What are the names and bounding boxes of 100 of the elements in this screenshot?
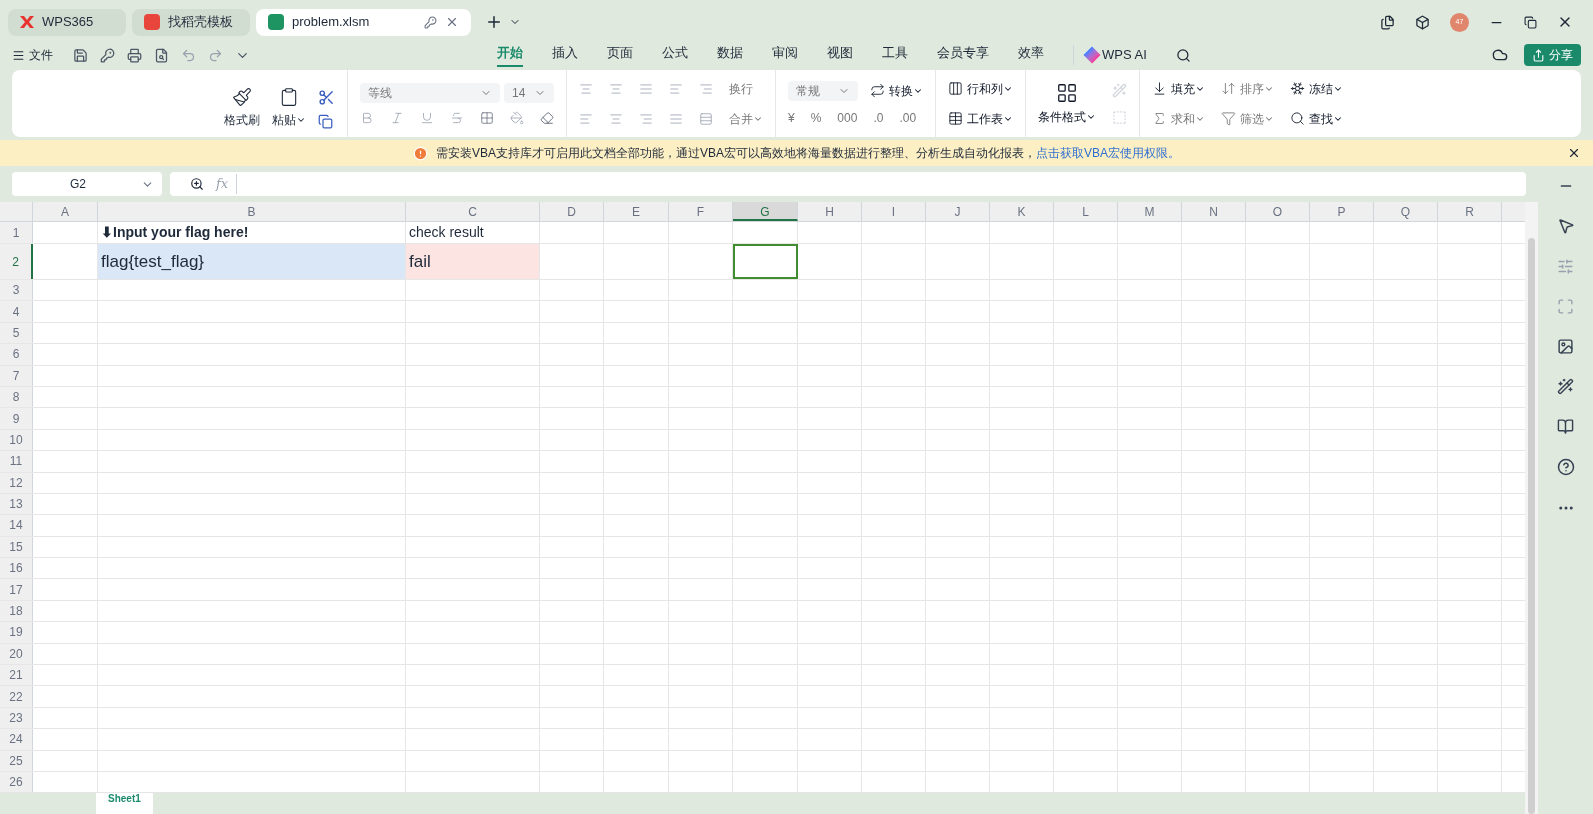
ribbon-tab[interactable]: 会员专享 xyxy=(937,43,989,67)
file-menu[interactable]: 文件 xyxy=(12,46,53,64)
ribbon-tab[interactable]: 开始 xyxy=(497,43,523,67)
key-icon[interactable] xyxy=(424,15,437,29)
ribbon-tab[interactable]: 数据 xyxy=(717,43,743,67)
row-header[interactable]: 3 xyxy=(0,280,33,301)
row-header[interactable]: 24 xyxy=(0,729,33,750)
ribbon-button[interactable]: 工作表 xyxy=(948,109,1013,128)
column-header[interactable]: C xyxy=(406,202,540,221)
ribbon-button[interactable]: 粘贴 xyxy=(272,87,306,129)
row-header[interactable]: 10 xyxy=(0,429,33,451)
ribbon-tab[interactable]: 公式 xyxy=(662,43,688,67)
row-header[interactable]: 6 xyxy=(0,344,33,365)
column-header[interactable]: N xyxy=(1182,202,1246,221)
ribbon-tab[interactable]: 效率 xyxy=(1018,43,1044,67)
column-header[interactable]: G xyxy=(733,202,798,221)
print-icon[interactable] xyxy=(127,47,142,63)
row-header[interactable]: 14 xyxy=(0,515,33,536)
book-search-icon[interactable] xyxy=(1557,418,1574,435)
search-icon[interactable] xyxy=(1175,47,1191,63)
border-icon[interactable] xyxy=(480,110,494,125)
cube-icon[interactable] xyxy=(1415,14,1430,30)
row-header[interactable]: 18 xyxy=(0,600,33,622)
row-header[interactable]: 20 xyxy=(0,643,33,665)
ribbon-button[interactable]: 冻结 xyxy=(1290,79,1343,98)
ribbon-tab[interactable]: 视图 xyxy=(827,43,853,67)
ribbon-button[interactable]: 填充 xyxy=(1152,79,1205,98)
save-icon[interactable] xyxy=(73,47,88,63)
formula-field[interactable]: fx xyxy=(170,172,1526,196)
ribbon-button[interactable]: 行和列 xyxy=(948,79,1013,98)
zoom-icon[interactable] xyxy=(190,177,204,191)
row-header[interactable]: 15 xyxy=(0,536,33,558)
ribbon-button[interactable]: 查找 xyxy=(1290,109,1343,128)
row-header[interactable]: 11 xyxy=(0,451,33,472)
number-format-dropdown[interactable]: 常规 xyxy=(788,80,858,101)
ribbon-tab[interactable]: 页面 xyxy=(607,43,633,67)
column-header[interactable]: M xyxy=(1118,202,1182,221)
image-icon[interactable] xyxy=(1557,338,1574,355)
ribbon-tab[interactable]: 工具 xyxy=(882,43,908,67)
window-tab[interactable]: problem.xlsm xyxy=(256,8,471,36)
share-button[interactable]: 分享 xyxy=(1524,44,1581,66)
restore-icon[interactable] xyxy=(1524,15,1537,29)
pointer-icon[interactable] xyxy=(1556,217,1575,235)
ribbon-button[interactable]: 格式刷 xyxy=(224,87,260,129)
row-header[interactable]: 12 xyxy=(0,472,33,493)
row-header[interactable]: 25 xyxy=(0,750,33,771)
new-tab-icon[interactable] xyxy=(485,13,503,31)
windows-icon[interactable] xyxy=(1380,14,1395,30)
help-icon[interactable] xyxy=(1556,458,1575,476)
column-header[interactable]: I xyxy=(862,202,926,221)
row-header[interactable]: 16 xyxy=(0,558,33,579)
sliders-icon[interactable] xyxy=(1557,258,1574,275)
column-header[interactable]: O xyxy=(1246,202,1310,221)
ribbon-tab[interactable]: 插入 xyxy=(552,43,578,67)
font-size-dropdown[interactable]: 14 xyxy=(504,82,554,103)
column-header[interactable]: P xyxy=(1310,202,1374,221)
row-header[interactable]: 17 xyxy=(0,579,33,600)
column-header[interactable]: K xyxy=(990,202,1054,221)
vertical-scrollbar[interactable] xyxy=(1525,202,1538,814)
wand-icon[interactable] xyxy=(1557,378,1574,395)
ribbon-button[interactable]: 条件格式 xyxy=(1038,81,1096,126)
name-box[interactable]: G2 xyxy=(12,172,162,196)
column-header[interactable]: Q xyxy=(1374,202,1438,221)
row-header[interactable]: 5 xyxy=(0,322,33,344)
row-header[interactable]: 7 xyxy=(0,365,33,386)
column-header[interactable]: R xyxy=(1438,202,1502,221)
cut-icon[interactable] xyxy=(318,89,335,106)
column-header[interactable]: L xyxy=(1054,202,1118,221)
row-header[interactable]: 8 xyxy=(0,386,33,408)
close-icon[interactable] xyxy=(1567,146,1581,160)
column-header[interactable]: B xyxy=(98,202,406,221)
row-header[interactable]: 19 xyxy=(0,622,33,643)
column-header[interactable]: J xyxy=(926,202,990,221)
column-header[interactable]: E xyxy=(604,202,669,221)
vba-link[interactable]: 点击获取VBA宏使用权限。 xyxy=(1036,146,1180,160)
column-header[interactable]: H xyxy=(798,202,862,221)
print-preview-icon[interactable] xyxy=(154,47,169,63)
window-tab[interactable]: WPS365 xyxy=(8,8,126,36)
row-header[interactable]: 2 xyxy=(0,244,33,279)
row-header[interactable]: 4 xyxy=(0,301,33,322)
row-header[interactable]: 26 xyxy=(0,772,33,793)
sheet-tab[interactable]: Sheet1 xyxy=(96,793,153,814)
column-header[interactable]: D xyxy=(540,202,604,221)
row-header[interactable]: 13 xyxy=(0,493,33,515)
copy-icon[interactable] xyxy=(318,114,333,129)
row-header[interactable]: 1 xyxy=(0,222,33,243)
row-header[interactable]: 22 xyxy=(0,686,33,707)
row-header[interactable]: 21 xyxy=(0,665,33,686)
eraser-icon[interactable] xyxy=(540,110,554,125)
fill-color-icon[interactable] xyxy=(510,110,524,125)
cloud-icon[interactable] xyxy=(1492,47,1508,63)
row-header[interactable]: 23 xyxy=(0,707,33,729)
ai-button[interactable]: WPS AI xyxy=(1073,45,1147,65)
ribbon-button[interactable]: 转换 xyxy=(870,81,923,100)
column-header[interactable]: A xyxy=(33,202,98,221)
key-icon[interactable] xyxy=(100,47,115,63)
font-dropdown[interactable]: 等线 xyxy=(360,82,500,103)
window-tab[interactable]: 找稻壳模板 xyxy=(132,8,250,36)
ribbon-tab[interactable]: 审阅 xyxy=(772,43,798,67)
row-header[interactable]: 9 xyxy=(0,408,33,429)
